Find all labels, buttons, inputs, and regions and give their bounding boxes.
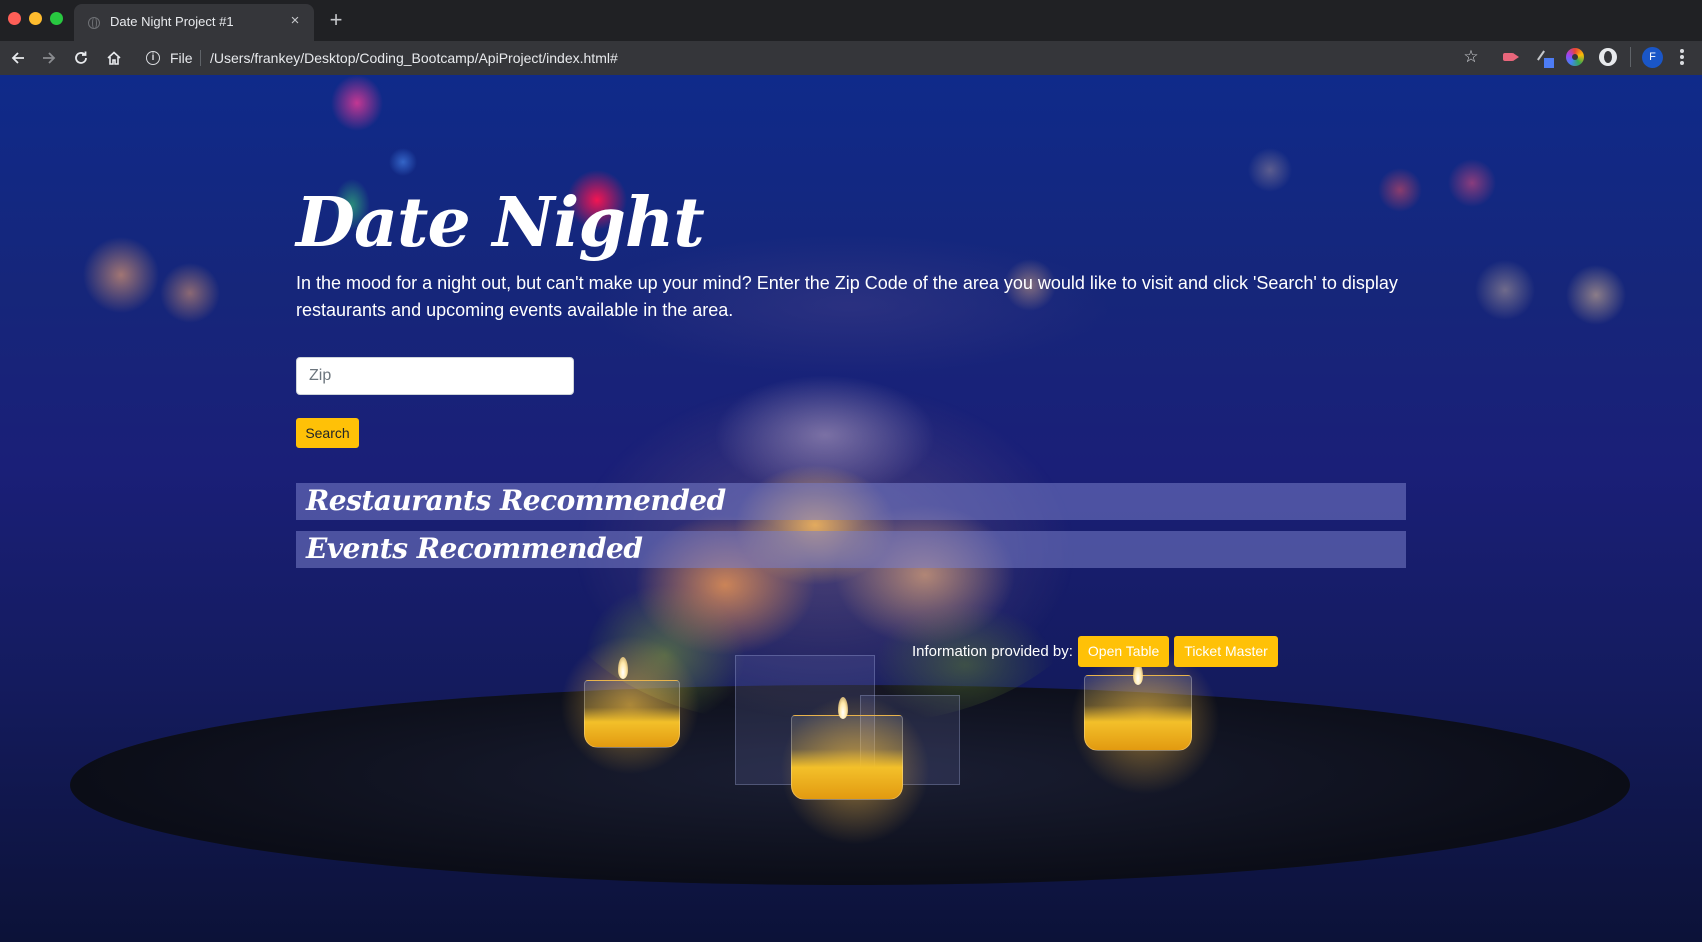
eyedropper-extension-icon[interactable] xyxy=(1536,48,1554,68)
intro-text: In the mood for a night out, but can't m… xyxy=(296,273,1398,320)
address-bar[interactable]: i File /Users/frankey/Desktop/Coding_Boo… xyxy=(136,44,1676,72)
back-button[interactable] xyxy=(6,46,30,70)
tab-close-icon[interactable]: × xyxy=(286,12,304,30)
url-text[interactable]: /Users/frankey/Desktop/Coding_Bootcamp/A… xyxy=(210,50,618,66)
reload-button[interactable] xyxy=(69,46,93,70)
page-title: Date Night xyxy=(296,183,705,263)
restaurants-heading: Restaurants Recommended xyxy=(306,484,726,517)
back-icon xyxy=(11,52,24,64)
reload-icon xyxy=(75,51,87,64)
video-extension-icon[interactable] xyxy=(1502,48,1520,66)
color-wheel-extension-icon[interactable] xyxy=(1566,48,1584,66)
background-candle xyxy=(791,715,903,800)
flame-icon xyxy=(618,657,628,679)
background-candle xyxy=(584,680,680,748)
star-icon[interactable]: ☆ xyxy=(1462,48,1480,66)
toolbar-separator xyxy=(1630,47,1631,67)
browser-toolbar: i File /Users/frankey/Desktop/Coding_Boo… xyxy=(0,41,1702,75)
window-maximize-button[interactable] xyxy=(50,12,63,25)
restaurants-section: Restaurants Recommended xyxy=(296,483,1406,520)
footer: Information provided by: Open Table Tick… xyxy=(912,635,1283,667)
open-table-button[interactable]: Open Table xyxy=(1077,635,1170,667)
url-scheme-label: File xyxy=(170,50,193,66)
menu-icon[interactable] xyxy=(1678,48,1686,66)
window-close-button[interactable] xyxy=(8,12,21,25)
events-heading: Events Recommended xyxy=(306,532,643,565)
footer-label: Information provided by: xyxy=(912,642,1073,660)
info-icon[interactable]: i xyxy=(146,51,160,65)
forward-button[interactable] xyxy=(37,46,61,70)
globe-icon xyxy=(88,17,100,29)
tab-title: Date Night Project #1 xyxy=(110,14,234,29)
browser-tabstrip: Date Night Project #1 × + xyxy=(0,0,1702,41)
ticket-master-button[interactable]: Ticket Master xyxy=(1174,635,1278,667)
search-button[interactable]: Search xyxy=(296,418,359,448)
zip-input[interactable] xyxy=(296,357,574,395)
dark-mode-extension-icon[interactable] xyxy=(1599,48,1617,66)
flame-icon xyxy=(838,697,848,719)
home-icon xyxy=(107,51,121,65)
background-candle xyxy=(1084,675,1192,751)
url-separator xyxy=(200,50,201,66)
window-minimize-button[interactable] xyxy=(29,12,42,25)
profile-avatar[interactable]: F xyxy=(1642,47,1663,68)
forward-icon xyxy=(43,52,56,64)
events-section: Events Recommended xyxy=(296,531,1406,568)
new-tab-button[interactable]: + xyxy=(325,9,347,31)
home-button[interactable] xyxy=(102,46,126,70)
browser-tab[interactable]: Date Night Project #1 × xyxy=(74,4,314,41)
page-viewport: Date Night In the mood for a night out, … xyxy=(0,75,1702,942)
